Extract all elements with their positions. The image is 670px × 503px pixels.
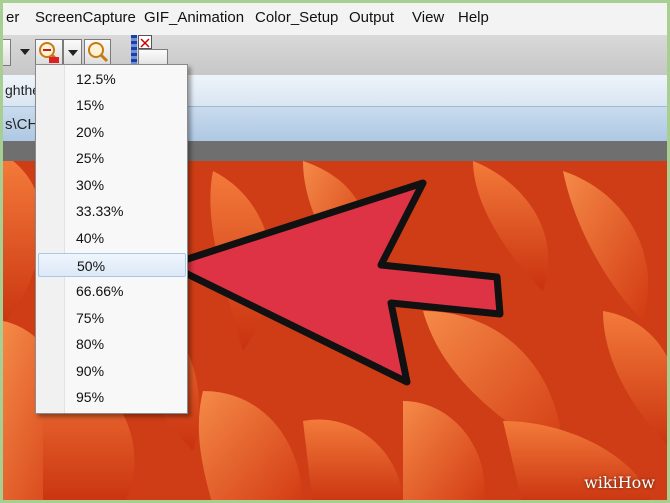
zoom-option-80[interactable]: 80%: [38, 332, 186, 356]
zoom-option-40[interactable]: 40%: [38, 226, 186, 250]
zoom-level-dropdown: 12.5% 15% 20% 25% 30% 33.33% 40% 50% 66.…: [35, 64, 188, 414]
app-window: er ScreenCapture GIF_Animation Color_Set…: [0, 0, 670, 503]
zoom-option-75[interactable]: 75%: [38, 306, 186, 330]
zoom-option-95[interactable]: 95%: [38, 385, 186, 409]
zoom-option-90[interactable]: 90%: [38, 359, 186, 383]
zoom-option-12-5[interactable]: 12.5%: [38, 67, 186, 91]
zoom-option-33-33[interactable]: 33.33%: [38, 199, 186, 223]
zoom-option-15[interactable]: 15%: [38, 93, 186, 117]
zoom-option-20[interactable]: 20%: [38, 120, 186, 144]
zoom-option-30[interactable]: 30%: [38, 173, 186, 197]
zoom-option-50[interactable]: 50%: [38, 253, 186, 277]
zoom-option-66-66[interactable]: 66.66%: [38, 279, 186, 303]
zoom-option-25[interactable]: 25%: [38, 146, 186, 170]
wikihow-watermark: wikiHow: [584, 473, 655, 492]
